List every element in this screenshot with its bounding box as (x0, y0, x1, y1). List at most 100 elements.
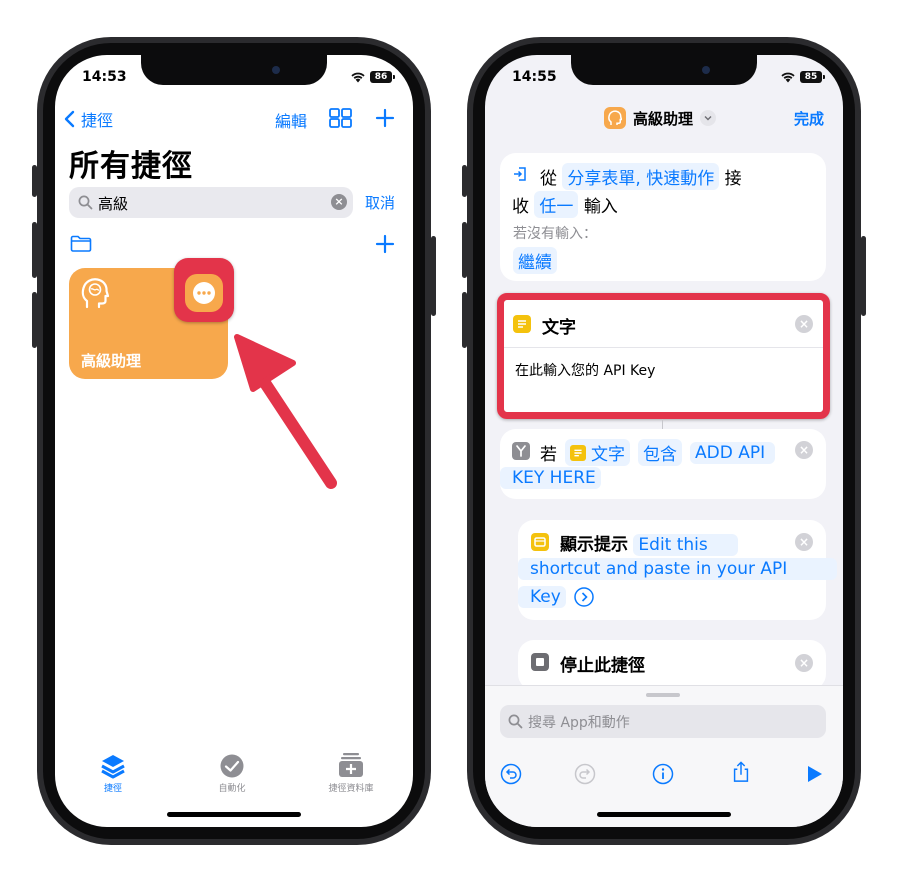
text-action-divider (504, 347, 823, 348)
more-options-button[interactable] (185, 274, 223, 312)
if-branch-icon (512, 442, 530, 460)
shortcut-title-menu[interactable]: 高級助理 (604, 107, 717, 129)
play-icon[interactable] (803, 763, 825, 785)
chevron-down-icon (700, 110, 717, 126)
tab-automation-label[interactable]: 自動化 (207, 781, 257, 794)
if-action[interactable]: 若 文字 包含 ADD API KEY HERE × (500, 429, 826, 499)
alert-message-token-line2[interactable]: shortcut and paste in your API (518, 558, 838, 580)
input-type-token[interactable]: 任一 (534, 191, 579, 218)
search-icon (78, 195, 93, 210)
shortcut-title: 高級助理 (633, 109, 694, 128)
receive-input-action[interactable]: 從 分享表單, 快速動作 接 收 任一 輸入 若沒有輸入： 繼續 (500, 153, 826, 281)
remove-action-icon[interactable]: × (795, 654, 813, 672)
right-phone-volume-up (462, 222, 467, 278)
back-button[interactable]: 捷徑 (63, 107, 113, 131)
left-screen: 14:53 86 捷徑 編輯 所有捷徑 高級 × 取消 高級助理 捷徑 自動化 … (55, 55, 413, 827)
wifi-icon (351, 72, 365, 83)
stop-icon (531, 653, 549, 671)
alert-label: 顯示提示 (560, 535, 628, 555)
left-phone-volume-up (32, 222, 37, 278)
alert-message-token-line3[interactable]: Key (518, 586, 566, 608)
automation-tab-icon[interactable] (219, 753, 245, 779)
right-phone-side-button (462, 165, 467, 197)
left-phone-side-button (32, 165, 37, 197)
home-indicator (597, 812, 731, 817)
redo-icon[interactable] (574, 763, 596, 785)
tab-shortcuts-label[interactable]: 捷徑 (93, 781, 133, 794)
grid-view-icon[interactable] (329, 108, 353, 128)
right-phone-volume-down (462, 292, 467, 348)
receive-prefix: 從 (540, 169, 557, 189)
gallery-tab-icon[interactable] (338, 752, 364, 778)
edit-button[interactable]: 編輯 (275, 108, 307, 132)
chevron-left-icon (64, 110, 75, 128)
cancel-button[interactable]: 取消 (365, 192, 395, 213)
notch (141, 55, 327, 85)
alert-line-2: shortcut and paste in your API (518, 558, 838, 580)
right-screen: 14:55 85 高級助理 完成 從 分享表單, 快速動作 接 收 任一 輸入 … (485, 55, 843, 827)
right-phone-power (861, 236, 866, 316)
text-action-title: 文字 (542, 318, 576, 338)
shortcut-head-icon (604, 107, 626, 129)
no-input-action-token[interactable]: 繼續 (513, 247, 557, 274)
if-condition-token[interactable]: 包含 (638, 439, 682, 466)
action-search-field[interactable]: 搜尋 App和動作 (500, 705, 826, 738)
expand-chevron-icon[interactable] (574, 587, 594, 607)
ellipsis-icon (193, 282, 215, 304)
new-folder-add-icon[interactable] (375, 234, 395, 254)
folder-icon[interactable] (70, 235, 92, 252)
clear-search-icon[interactable]: × (331, 194, 347, 210)
no-input-label: 若沒有輸入： (513, 226, 597, 242)
if-line-1: 若 文字 包含 ADD API (540, 439, 776, 466)
if-variable-token[interactable]: 文字 (565, 439, 630, 466)
search-input[interactable]: 高級 (98, 193, 128, 214)
shortcuts-tab-icon[interactable] (100, 753, 126, 779)
tab-gallery-label[interactable]: 捷徑資料庫 (317, 781, 385, 794)
no-input-line: 繼續 (513, 247, 557, 274)
add-icon[interactable] (375, 108, 395, 128)
notch (571, 55, 757, 85)
shortcut-name: 高級助理 (81, 352, 142, 370)
remove-action-icon[interactable]: × (795, 441, 813, 459)
variable-text-icon (570, 444, 586, 461)
receive-line2-suffix: 輸入 (583, 197, 618, 217)
receive-line-1: 從 分享表單, 快速動作 接 (540, 163, 742, 190)
remove-action-icon[interactable]: × (795, 315, 813, 333)
receive-line2-prefix: 收 (512, 197, 529, 217)
page-title: 所有捷徑 (69, 149, 193, 184)
left-phone-power (431, 236, 436, 316)
alert-line-3: Key (518, 586, 594, 608)
alert-icon (531, 533, 549, 551)
undo-icon[interactable] (500, 763, 522, 785)
camera (702, 66, 710, 74)
head-brain-icon (81, 278, 109, 309)
connector-line (662, 419, 663, 429)
receive-sources-token[interactable]: 分享表單, 快速動作 (562, 163, 720, 190)
search-field[interactable]: 高級 × (69, 187, 353, 218)
pointer-arrow-annotation (234, 334, 337, 489)
receive-icon (514, 167, 526, 181)
action-search-placeholder: 搜尋 App和動作 (528, 715, 630, 731)
show-alert-action[interactable]: 顯示提示 Edit this shortcut and paste in you… (518, 520, 838, 620)
info-icon[interactable] (652, 763, 674, 785)
if-line-2: KEY HERE (500, 467, 601, 489)
camera (272, 66, 280, 74)
battery-indicator: 86 (370, 71, 395, 83)
back-label: 捷徑 (81, 111, 114, 130)
if-variable-name: 文字 (591, 445, 625, 465)
remove-action-icon[interactable]: × (795, 533, 813, 551)
alert-message-token-line1[interactable]: Edit this (633, 534, 738, 556)
status-time: 14:53 (82, 69, 127, 85)
if-value-token-line1[interactable]: ADD API (690, 441, 776, 464)
text-action-content[interactable]: 在此輸入您的 API Key (515, 360, 655, 380)
if-value-token-line2[interactable]: KEY HERE (500, 467, 601, 489)
text-action[interactable]: 文字 × 在此輸入您的 API Key (504, 300, 823, 412)
status-time: 14:55 (512, 69, 557, 85)
home-indicator (167, 812, 301, 817)
battery-indicator: 85 (800, 71, 825, 83)
share-icon[interactable] (730, 761, 752, 783)
sheet-grabber[interactable] (646, 693, 680, 697)
left-phone-volume-down (32, 292, 37, 348)
stop-shortcut-action[interactable]: 停止此捷徑 × (518, 640, 826, 690)
done-button[interactable]: 完成 (794, 108, 824, 129)
